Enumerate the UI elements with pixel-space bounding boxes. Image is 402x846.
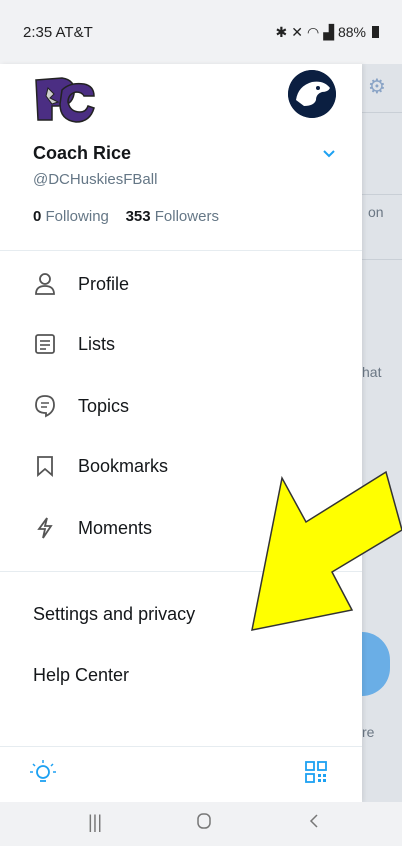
back-icon[interactable] (308, 812, 320, 835)
chevron-down-icon[interactable] (322, 146, 336, 162)
menu-item-lists[interactable]: Lists (0, 314, 362, 374)
followers-link[interactable]: 353 Followers (126, 208, 219, 225)
bluetooth-icon: ✱ (275, 23, 288, 40)
profile-handle: @DCHuskiesFBall (33, 171, 158, 188)
divider (362, 259, 402, 260)
divider (362, 112, 402, 113)
behind-text-on: on (368, 204, 384, 220)
menu-item-label: Bookmarks (78, 455, 169, 476)
home-icon[interactable] (196, 812, 212, 835)
qr-code-icon[interactable] (305, 761, 327, 788)
settings-and-privacy-link[interactable]: Settings and privacy (33, 604, 195, 625)
lightbulb-icon[interactable] (30, 759, 56, 792)
status-time-carrier: 2:35 AT&T (23, 23, 93, 41)
team-logo (35, 77, 95, 123)
profile-name[interactable]: Coach Rice (33, 143, 131, 164)
navigation-drawer: Coach Rice @DCHuskiesFBall 0 Following 3… (0, 64, 362, 802)
menu-item-topics[interactable]: Topics (0, 376, 362, 436)
bookmark-icon (32, 453, 58, 479)
menu-item-label: Moments (78, 517, 153, 538)
menu-item-label: Profile (78, 273, 130, 294)
person-icon (32, 271, 58, 297)
recent-apps-icon[interactable]: ||| (88, 812, 102, 833)
divider (0, 250, 362, 251)
list-icon (32, 331, 58, 357)
following-link[interactable]: 0 Following (33, 208, 109, 225)
behind-text-re: re (362, 724, 375, 740)
system-nav-bar: ||| (0, 802, 402, 846)
battery-icon (372, 26, 379, 38)
status-bar: 2:35 AT&T ✱ ✕ ◠ ▟ 88% (0, 0, 402, 64)
account-avatar[interactable] (288, 70, 336, 118)
topics-icon (32, 393, 58, 419)
yellow-arrow-annotation (251, 470, 402, 631)
menu-item-profile[interactable]: Profile (0, 254, 362, 314)
divider (362, 194, 402, 195)
main-content-behind[interactable]: ⚙ on hat re (362, 64, 402, 802)
battery-percent: 88% (337, 24, 366, 40)
menu-item-label: Lists (78, 333, 116, 354)
follow-stats: 0 Following 353 Followers (33, 208, 219, 225)
compose-fab[interactable] (362, 632, 390, 696)
behind-text-hat: hat (362, 364, 382, 380)
status-icons: ✱ ✕ ◠ ▟ 88% (275, 23, 379, 41)
help-center-link[interactable]: Help Center (33, 665, 129, 686)
signal-icon: ▟ (323, 23, 334, 40)
mute-icon: ✕ (291, 23, 303, 40)
lion-icon (288, 70, 336, 118)
drawer-bottom-bar (0, 746, 362, 802)
gear-icon[interactable]: ⚙ (368, 74, 386, 99)
lightning-icon (32, 515, 58, 541)
menu-item-label: Topics (78, 395, 130, 416)
wifi-icon: ◠ (306, 23, 320, 40)
